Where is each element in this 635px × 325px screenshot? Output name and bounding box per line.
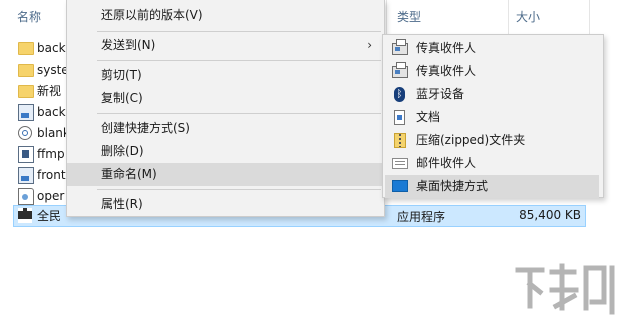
submenu-item-label: 传真收件人 — [416, 41, 477, 55]
column-header-name[interactable]: 名称 — [17, 0, 41, 34]
menu-item-label: 还原以前的版本(V) — [101, 8, 203, 22]
desktop-icon — [392, 180, 408, 192]
menu-item-label: 复制(C) — [101, 91, 143, 105]
exe-file-icon — [18, 208, 32, 223]
folder-icon — [18, 42, 34, 55]
column-header-size[interactable]: 大小 — [516, 0, 540, 34]
menu-separator — [97, 31, 381, 32]
file-name: 新视 — [37, 84, 62, 98]
file-name: 全民 — [37, 209, 62, 223]
submenu-item-bluetooth[interactable]: ᛒ 蓝牙设备 — [383, 83, 603, 106]
menu-item-create-shortcut[interactable]: 创建快捷方式(S) — [67, 117, 384, 140]
menu-separator — [97, 189, 381, 190]
zip-folder-icon — [394, 133, 406, 148]
menu-item-label: 创建快捷方式(S) — [101, 121, 190, 135]
menu-item-copy[interactable]: 复制(C) — [67, 87, 384, 110]
menu-item-label: 剪切(T) — [101, 68, 142, 82]
chevron-right-icon: › — [367, 38, 372, 52]
column-header-type[interactable]: 类型 — [397, 0, 421, 34]
context-menu: 还原以前的版本(V) 发送到(N) › 剪切(T) 复制(C) 创建快捷方式(S… — [66, 0, 385, 217]
fax-icon — [392, 39, 408, 55]
submenu-item-label: 邮件收件人 — [416, 156, 477, 170]
file-name: back — [37, 105, 66, 119]
menu-item-delete[interactable]: 删除(D) — [67, 140, 384, 163]
send-to-submenu: 传真收件人 传真收件人 ᛒ 蓝牙设备 文档 压缩(zipped)文件夹 邮件收件… — [382, 34, 604, 198]
image-file-icon — [18, 167, 34, 184]
folder-icon — [18, 85, 34, 98]
submenu-item-mail-recipient[interactable]: 邮件收件人 — [383, 152, 603, 175]
submenu-item-label: 传真收件人 — [416, 64, 477, 78]
menu-item-label: 发送到(N) — [101, 38, 156, 52]
menu-separator — [97, 60, 381, 61]
menu-item-label: 属性(R) — [101, 197, 143, 211]
submenu-item-fax-recipient[interactable]: 传真收件人 — [383, 60, 603, 83]
file-name: front — [37, 168, 66, 182]
video-file-icon — [18, 146, 34, 163]
image-file-icon — [18, 104, 34, 121]
file-name: oper — [37, 189, 65, 203]
submenu-item-label: 桌面快捷方式 — [416, 179, 489, 193]
settings-file-icon — [18, 126, 32, 140]
submenu-item-fax-recipient[interactable]: 传真收件人 — [383, 37, 603, 60]
menu-item-label: 删除(D) — [101, 144, 144, 158]
menu-item-properties[interactable]: 属性(R) — [67, 193, 384, 216]
menu-item-label: 重命名(M) — [101, 167, 157, 181]
column-divider[interactable] — [508, 0, 509, 34]
web-file-icon — [18, 188, 34, 205]
watermark-logo — [515, 263, 615, 315]
menu-item-send-to[interactable]: 发送到(N) › — [67, 34, 384, 57]
file-name: ffmp — [37, 147, 65, 161]
column-divider[interactable] — [589, 0, 590, 34]
bluetooth-icon: ᛒ — [394, 87, 405, 102]
menu-item-rename[interactable]: 重命名(M) — [67, 163, 384, 186]
menu-item-cut[interactable]: 剪切(T) — [67, 64, 384, 87]
submenu-item-label: 文档 — [416, 110, 441, 124]
submenu-item-label: 蓝牙设备 — [416, 87, 465, 101]
column-divider[interactable] — [386, 0, 387, 34]
folder-icon — [18, 64, 34, 77]
file-size: 85,400 KB — [519, 208, 581, 222]
submenu-item-documents[interactable]: 文档 — [383, 106, 603, 129]
submenu-item-zip-folder[interactable]: 压缩(zipped)文件夹 — [383, 129, 603, 152]
file-name: syste — [37, 63, 69, 77]
mail-icon — [392, 158, 408, 169]
fax-icon — [392, 62, 408, 78]
document-icon — [394, 110, 405, 125]
submenu-item-label: 压缩(zipped)文件夹 — [416, 133, 526, 147]
file-name: blank — [37, 126, 70, 140]
menu-separator — [97, 113, 381, 114]
menu-item-restore-previous-versions[interactable]: 还原以前的版本(V) — [67, 4, 384, 27]
submenu-item-desktop-shortcut[interactable]: 桌面快捷方式 — [385, 175, 599, 198]
file-name: back — [37, 41, 66, 55]
file-type: 应用程序 — [397, 210, 446, 224]
